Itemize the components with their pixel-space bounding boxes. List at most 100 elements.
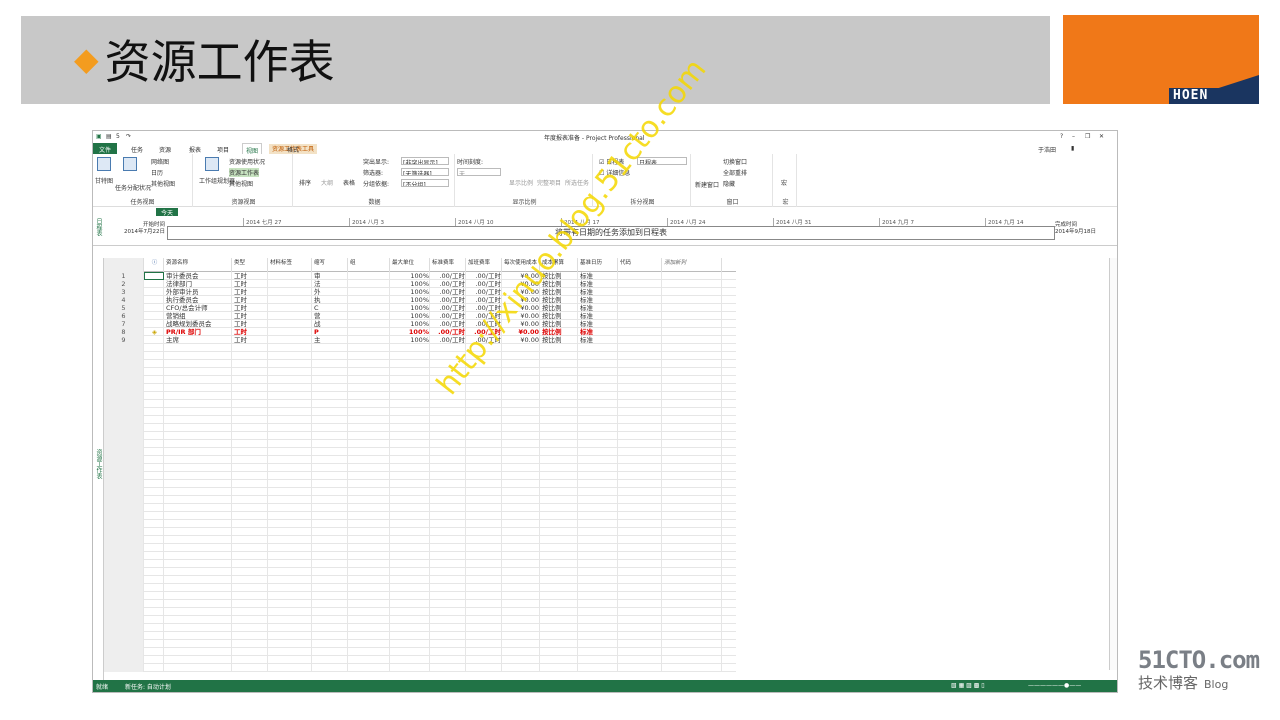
cell-base-cal[interactable] <box>578 424 618 432</box>
cell-ot-rate[interactable] <box>466 568 502 576</box>
cell-group[interactable] <box>348 592 390 600</box>
cell-std-rate[interactable] <box>430 440 466 448</box>
cell-ot-rate[interactable] <box>466 480 502 488</box>
cell-material[interactable] <box>268 416 312 424</box>
cell-max-units[interactable]: 100% <box>390 320 430 328</box>
calendar-button[interactable]: 日历 <box>151 168 163 177</box>
cell-std-rate[interactable] <box>430 512 466 520</box>
cell-group[interactable] <box>348 472 390 480</box>
timescale-select[interactable]: 天 <box>457 168 501 176</box>
cell-type[interactable]: 工时 <box>232 320 268 328</box>
cell-name[interactable] <box>164 424 232 432</box>
table-row[interactable] <box>104 552 736 560</box>
table-row[interactable] <box>104 448 736 456</box>
cell-std-rate[interactable] <box>430 528 466 536</box>
table-row[interactable]: 9 主席 工时主 100% .00/工时 .00/工时 ¥0.00 按比例 标准 <box>104 336 736 344</box>
cell-ot-rate[interactable] <box>466 528 502 536</box>
cell-abbr[interactable] <box>312 568 348 576</box>
cell-ot-rate[interactable] <box>466 656 502 664</box>
row-number[interactable] <box>104 512 144 520</box>
cell-std-rate[interactable] <box>430 576 466 584</box>
cell-material[interactable] <box>268 512 312 520</box>
cell-group[interactable] <box>348 432 390 440</box>
cell-name[interactable] <box>164 392 232 400</box>
cell-accrue[interactable] <box>540 536 578 544</box>
cell-max-units[interactable]: 100% <box>390 296 430 304</box>
cell-code[interactable] <box>618 600 662 608</box>
cell-material[interactable] <box>268 536 312 544</box>
cell-abbr[interactable] <box>312 432 348 440</box>
row-number[interactable] <box>104 472 144 480</box>
cell-material[interactable] <box>268 608 312 616</box>
cell-ot-rate[interactable] <box>466 440 502 448</box>
cell-add-new[interactable] <box>662 352 722 360</box>
cell-add-new[interactable] <box>662 632 722 640</box>
cell-abbr[interactable]: 营 <box>312 312 348 320</box>
cell-material[interactable] <box>268 648 312 656</box>
cell-abbr[interactable]: 审 <box>312 272 348 280</box>
cell-group[interactable] <box>348 480 390 488</box>
cell-add-new[interactable] <box>662 496 722 504</box>
cell-add-new[interactable] <box>662 432 722 440</box>
cell-add-new[interactable] <box>662 336 722 344</box>
cell-type[interactable]: 工时 <box>232 304 268 312</box>
cell-max-units[interactable] <box>390 448 430 456</box>
cell-add-new[interactable] <box>662 488 722 496</box>
cell-std-rate[interactable] <box>430 648 466 656</box>
cell-add-new[interactable] <box>662 408 722 416</box>
cell-add-new[interactable] <box>662 544 722 552</box>
cell-add-new[interactable] <box>662 504 722 512</box>
timeline-pane[interactable]: 日程表 今天 2014 七月 27 2014 八月 3 2014 八月 10 2… <box>93 208 1117 246</box>
cell-code[interactable] <box>618 360 662 368</box>
zoom-button[interactable]: 显示比例 <box>509 178 533 187</box>
cell-base-cal[interactable] <box>578 368 618 376</box>
cell-base-cal[interactable] <box>578 568 618 576</box>
cell-base-cal[interactable] <box>578 440 618 448</box>
cell-name[interactable] <box>164 592 232 600</box>
cell-std-rate[interactable] <box>430 496 466 504</box>
table-row[interactable] <box>104 544 736 552</box>
cell-ot-rate[interactable] <box>466 448 502 456</box>
cell-type[interactable] <box>232 448 268 456</box>
row-number[interactable] <box>104 480 144 488</box>
minimize-icon[interactable]: – <box>1072 133 1075 140</box>
cell-add-new[interactable] <box>662 368 722 376</box>
cell-add-new[interactable] <box>662 424 722 432</box>
cell-std-rate[interactable] <box>430 520 466 528</box>
cell-max-units[interactable]: 100% <box>390 280 430 288</box>
cell-type[interactable] <box>232 632 268 640</box>
cell-cost-per-use[interactable] <box>502 456 540 464</box>
cell-std-rate[interactable]: .00/工时 <box>430 288 466 296</box>
cell-material[interactable] <box>268 560 312 568</box>
cell-name[interactable] <box>164 608 232 616</box>
cell-max-units[interactable] <box>390 424 430 432</box>
row-number[interactable] <box>104 408 144 416</box>
cell-name[interactable] <box>164 384 232 392</box>
cell-group[interactable] <box>348 552 390 560</box>
cell-cost-per-use[interactable] <box>502 344 540 352</box>
cell-group[interactable] <box>348 456 390 464</box>
table-row[interactable] <box>104 584 736 592</box>
cell-code[interactable] <box>618 456 662 464</box>
cell-name[interactable] <box>164 400 232 408</box>
table-row[interactable] <box>104 456 736 464</box>
table-row[interactable] <box>104 656 736 664</box>
cell-ot-rate[interactable] <box>466 560 502 568</box>
cell-name[interactable] <box>164 376 232 384</box>
cell-add-new[interactable] <box>662 400 722 408</box>
cell-base-cal[interactable] <box>578 376 618 384</box>
cell-add-new[interactable] <box>662 448 722 456</box>
cell-max-units[interactable]: 100% <box>390 336 430 344</box>
cell-type[interactable] <box>232 560 268 568</box>
cell-group[interactable] <box>348 648 390 656</box>
cell-accrue[interactable]: 按比例 <box>540 296 578 304</box>
cell-abbr[interactable] <box>312 392 348 400</box>
cell-name[interactable]: 审计委员会 <box>164 272 232 280</box>
cell-type[interactable] <box>232 368 268 376</box>
cell-code[interactable] <box>618 632 662 640</box>
cell-accrue[interactable]: 按比例 <box>540 320 578 328</box>
cell-group[interactable] <box>348 400 390 408</box>
cell-max-units[interactable] <box>390 416 430 424</box>
arrange-all-button[interactable]: 全部重排 <box>723 168 747 177</box>
cell-std-rate[interactable] <box>430 560 466 568</box>
